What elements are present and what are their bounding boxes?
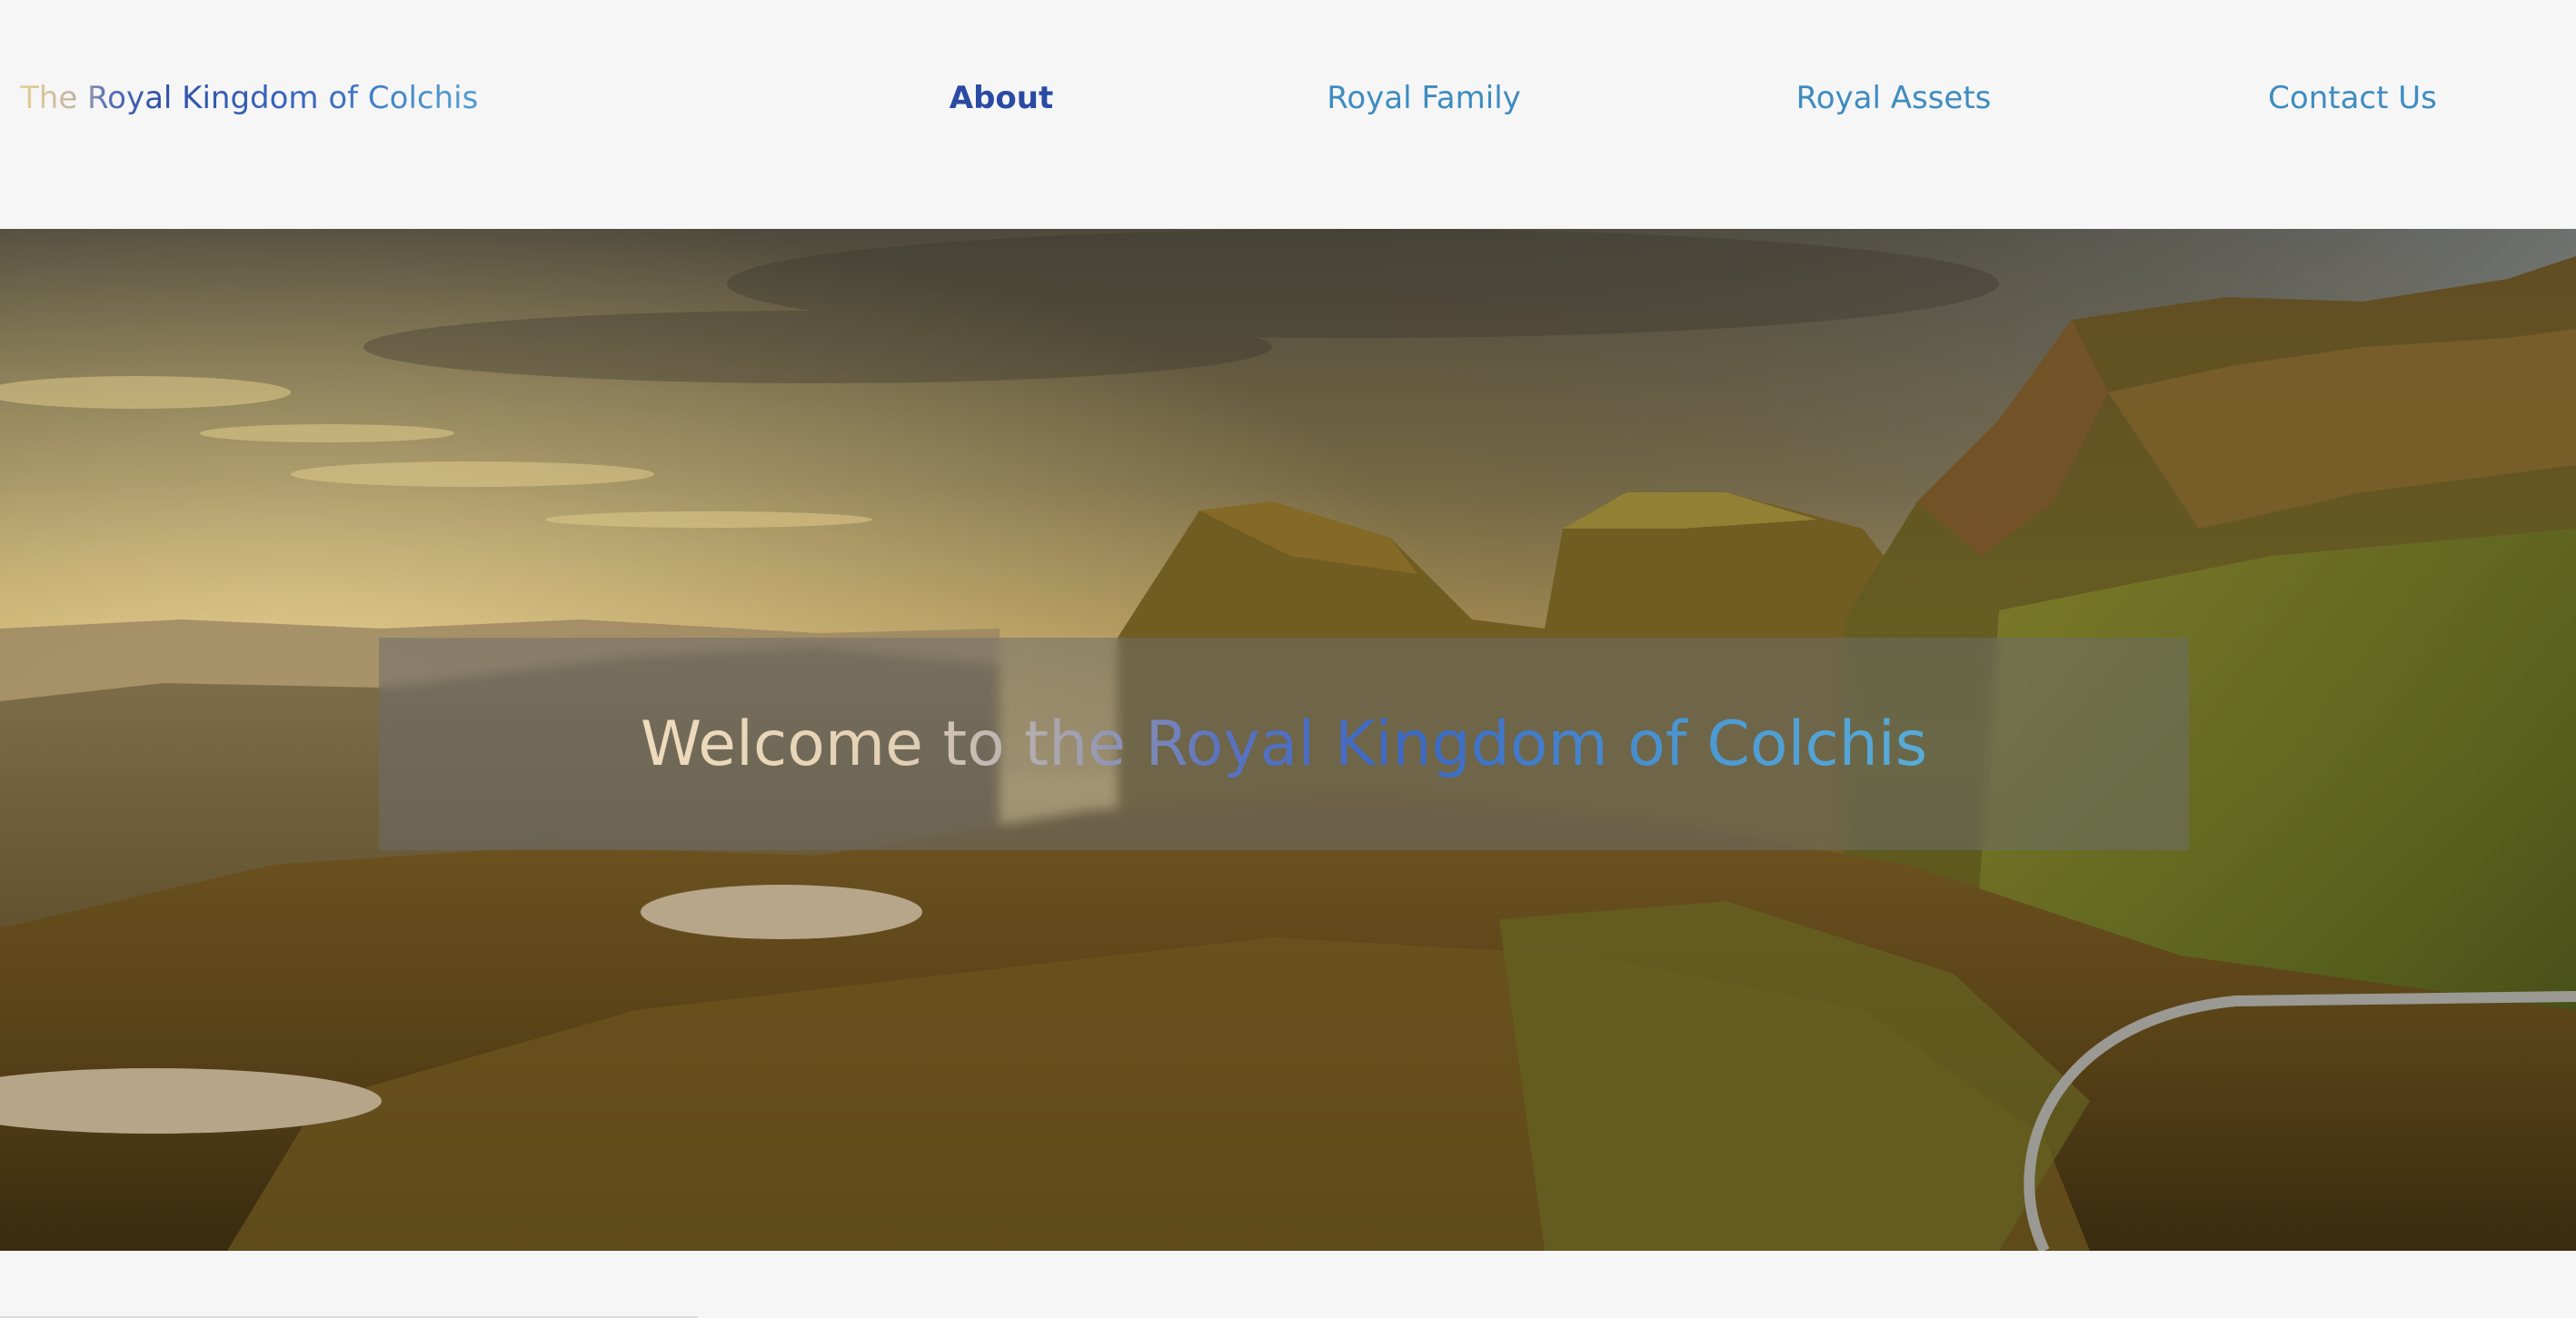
nav-item-about[interactable]: About [950, 76, 1053, 120]
content-start-strip [0, 1251, 2576, 1318]
nav-item-royal-assets[interactable]: Royal Assets [1796, 76, 1992, 120]
site-header: The Royal Kingdom of Colchis About Royal… [0, 0, 2576, 229]
hero-banner: Welcome to the Royal Kingdom of Colchis [0, 229, 2576, 1251]
hero-heading: Welcome to the Royal Kingdom of Colchis [379, 703, 2189, 787]
welcome-overlay: Welcome to the Royal Kingdom of Colchis [379, 638, 2189, 850]
nav-item-royal-family[interactable]: Royal Family [1327, 76, 1521, 120]
main-nav: About Royal Family Royal Assets Contact … [0, 76, 2576, 120]
nav-item-contact-us[interactable]: Contact Us [2268, 76, 2437, 120]
hero-heading-text: Welcome to the Royal Kingdom of Colchis [640, 709, 1928, 780]
